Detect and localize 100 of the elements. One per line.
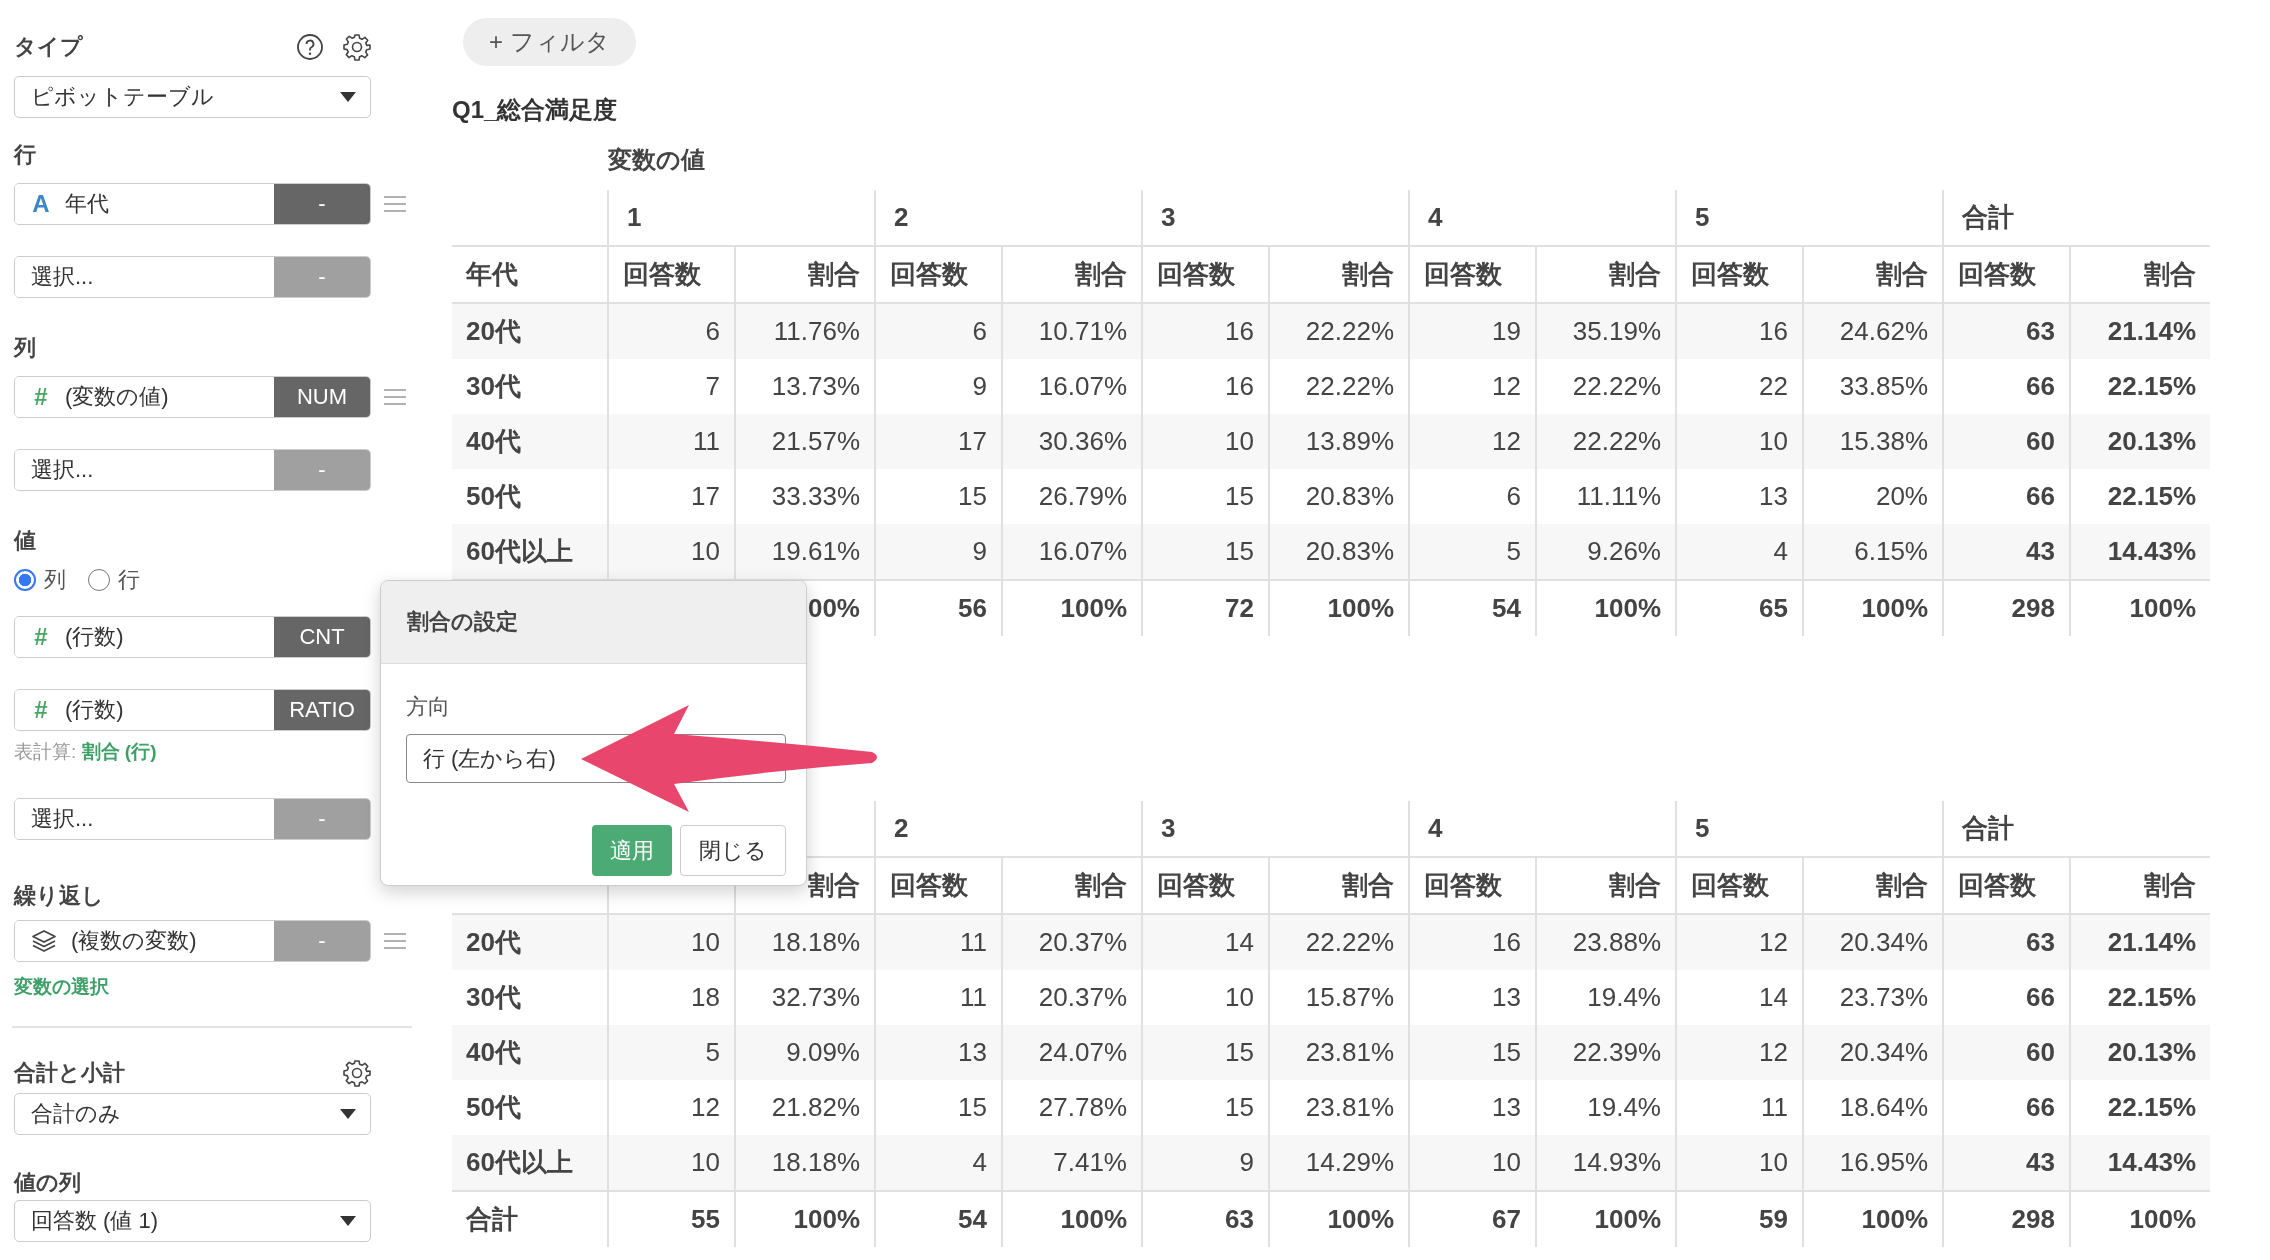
table-cell: 100% — [1861, 593, 1928, 623]
section-label: タイプ — [14, 33, 83, 61]
table-cell: 20.34% — [1839, 927, 1928, 957]
variable-slot[interactable]: A 年代 - — [14, 183, 371, 225]
section-label: 合計と小計 — [14, 1059, 125, 1087]
variable-slot[interactable]: 選択... - — [14, 256, 371, 298]
radio-button[interactable]: 行 — [88, 565, 140, 595]
caret-icon — [340, 92, 356, 102]
table-cell: 16 — [1759, 316, 1788, 346]
variable-slot[interactable]: (複数の変数) - — [14, 920, 371, 962]
table-cell: 19.4% — [1587, 982, 1661, 1012]
table-cell: 23.81% — [1305, 1092, 1394, 1122]
table-cell: 11 — [960, 982, 987, 1012]
variable-slot[interactable]: # (行数) CNT — [14, 616, 371, 658]
table-cell: 100% — [1327, 593, 1394, 623]
table-title: Q1_総合満足度 — [452, 95, 618, 125]
column-header: 回答数 — [890, 259, 968, 289]
variable-slot[interactable]: # (変数の値) NUM — [14, 376, 371, 418]
aggregation-button[interactable]: NUM — [274, 377, 370, 417]
table-cell: 15 — [1225, 481, 1254, 511]
variable-name: 選択... — [31, 263, 94, 291]
close-button[interactable]: 閉じる — [680, 825, 786, 876]
table-cell: 19 — [1492, 316, 1521, 346]
column-header: 回答数 — [1958, 259, 2036, 289]
aggregation-button[interactable]: RATIO — [274, 690, 370, 730]
column-header: 回答数 — [623, 259, 701, 289]
chart-type-select[interactable]: ピボットテーブル — [14, 76, 371, 118]
column-group-header: 5 — [1695, 202, 1710, 232]
column-group-header: 2 — [894, 202, 909, 232]
type-glyph: # — [33, 623, 49, 651]
column-header: 回答数 — [1157, 259, 1235, 289]
table-cell: 55 — [691, 1204, 720, 1234]
table-cell: 9 — [972, 371, 987, 401]
table-cell: 15 — [958, 481, 987, 511]
table-cell: 67 — [1492, 1204, 1521, 1234]
section-label: 行 — [14, 141, 36, 169]
totals-select[interactable]: 合計のみ — [14, 1093, 371, 1135]
table-cell: 20.37% — [1038, 927, 1127, 957]
table-cell: 20% — [1875, 481, 1928, 511]
table-cell: 22.39% — [1572, 1037, 1661, 1067]
column-header: 割合 — [2144, 870, 2196, 900]
table-cell: 20.83% — [1305, 536, 1394, 566]
type-glyph: # — [33, 383, 49, 411]
aggregation-button[interactable]: - — [274, 184, 370, 224]
column-group-header: 2 — [894, 813, 909, 843]
table-cell: 21.82% — [771, 1092, 860, 1122]
column-header: 割合 — [1876, 870, 1928, 900]
aggregation-button[interactable]: CNT — [274, 617, 370, 657]
table-cell: 11 — [693, 426, 720, 456]
popup-title: 割合の設定 — [407, 608, 518, 636]
variable-slot[interactable]: # (行数) RATIO — [14, 689, 371, 731]
drag-handle-icon[interactable] — [384, 196, 406, 212]
table-cell: 22.15% — [2107, 1092, 2196, 1122]
value-column-select[interactable]: 回答数 (値 1) — [14, 1200, 371, 1242]
table-cell: 65 — [1759, 593, 1788, 623]
column-header: 割合 — [1876, 259, 1928, 289]
drag-handle-icon[interactable] — [384, 389, 406, 405]
section-label: 列 — [14, 334, 36, 362]
caret-icon — [340, 1216, 356, 1226]
table-cell: 20.13% — [2107, 426, 2196, 456]
table-cell: 13 — [1759, 481, 1788, 511]
table-cell: 100% — [1594, 1204, 1661, 1234]
radio-button[interactable]: 列 — [14, 565, 66, 595]
table-cell: 43 — [2026, 536, 2055, 566]
section-label: 値 — [14, 527, 36, 555]
table-cell: 13.73% — [771, 371, 860, 401]
table-cell: 63 — [2026, 316, 2055, 346]
table-cell: 32.73% — [771, 982, 860, 1012]
table-cell: 16 — [1492, 927, 1521, 957]
column-group-header: 合計 — [1962, 202, 2014, 232]
table-cell: 18.18% — [771, 1147, 860, 1177]
row-header: 50代 — [466, 1092, 521, 1122]
table-cell: 66 — [2026, 1092, 2055, 1122]
column-group-header: 4 — [1428, 813, 1443, 843]
table-cell: 15 — [1225, 1092, 1254, 1122]
column-header: 回答数 — [1157, 870, 1235, 900]
table-cell: 5 — [1506, 536, 1521, 566]
table-cell: 9.26% — [1587, 536, 1661, 566]
drag-handle-icon[interactable] — [384, 933, 406, 949]
table-cell: 30.36% — [1038, 426, 1127, 456]
table-cell: 16.07% — [1038, 536, 1127, 566]
variable-slot[interactable]: 選択... - — [14, 798, 371, 840]
section-label: 繰り返し — [14, 882, 104, 910]
table-cell: 22.22% — [1572, 371, 1661, 401]
variable-slot[interactable]: 選択... - — [14, 449, 371, 491]
column-header: 割合 — [808, 259, 860, 289]
table-cell: 66 — [2026, 982, 2055, 1012]
table-cell: 11.11% — [1576, 481, 1661, 511]
table-cell: 15 — [1225, 536, 1254, 566]
column-header: 割合 — [1609, 870, 1661, 900]
settings-icon[interactable] — [343, 33, 371, 61]
row-header: 40代 — [466, 1037, 521, 1067]
settings-icon[interactable] — [343, 1059, 371, 1087]
help-icon[interactable] — [296, 33, 324, 61]
add-filter-button[interactable]: + フィルタ — [463, 18, 636, 66]
table-cell: 22.15% — [2107, 982, 2196, 1012]
column-header: 割合 — [1075, 870, 1127, 900]
table-cell: 16 — [1225, 316, 1254, 346]
table-cell: 20.13% — [2107, 1037, 2196, 1067]
table-cell: 14 — [1225, 927, 1254, 957]
